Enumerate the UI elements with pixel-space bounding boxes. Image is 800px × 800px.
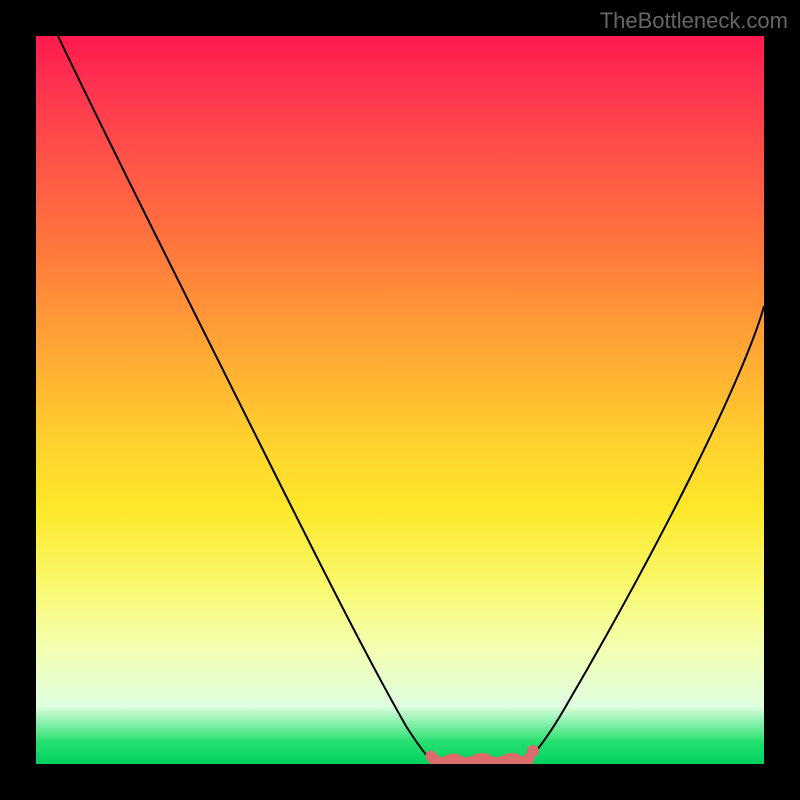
highlight-band <box>431 756 529 763</box>
right-curve <box>524 306 764 764</box>
plot-area <box>36 36 764 764</box>
watermark-text: TheBottleneck.com <box>600 8 788 34</box>
left-curve <box>58 36 436 764</box>
highlight-marker <box>527 745 539 757</box>
chart-svg <box>36 36 764 764</box>
